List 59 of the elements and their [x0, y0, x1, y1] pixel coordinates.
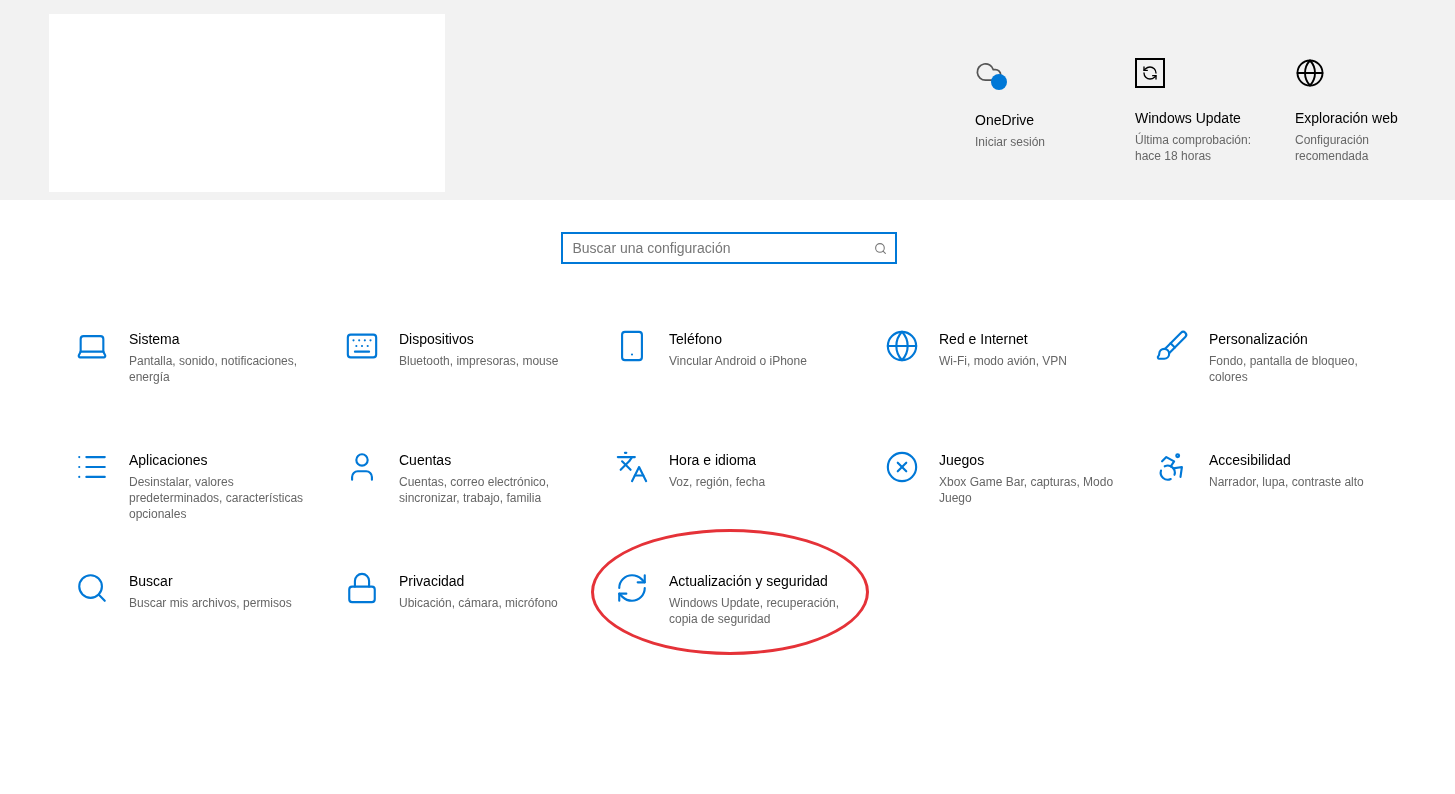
category-title: Juegos — [939, 451, 986, 470]
settings-category[interactable]: Accesibilidad Narrador, lupa, contraste alto — [1155, 450, 1405, 490]
language-icon — [615, 450, 649, 484]
globe-icon — [885, 329, 919, 363]
settings-category[interactable]: Actualización y seguridad Windows Update, recuperación, copia de seguridad — [615, 571, 865, 627]
settings-category[interactable]: Juegos Xbox Game Bar, capturas, Modo Juego — [885, 450, 1135, 506]
category-subtitle: Desinstalar, valores predeterminados, características opcionales — [129, 474, 304, 522]
category-title: Sistema — [129, 330, 181, 349]
quick-link-subtitle: Configuración recomendada — [1295, 132, 1371, 164]
search-field[interactable]: Buscar una configuración — [560, 232, 897, 264]
settings-category[interactable]: Cuentas Cuentas, correo electrónico, sincronizar, trabajo, familia — [345, 450, 595, 506]
category-subtitle: Xbox Game Bar, capturas, Modo Juego — [939, 474, 1114, 506]
settings-category[interactable]: Teléfono Vincular Android o iPhone — [615, 329, 865, 369]
quick-link-subtitle: Iniciar sesión — [975, 134, 1047, 150]
quick-link[interactable]: Windows Update Última comprobación: hace 18 horas — [1135, 58, 1295, 200]
category-title: Red e Internet — [939, 330, 1029, 349]
quick-link[interactable]: Exploración web Configuración recomendada — [1295, 58, 1455, 200]
quick-link-title: Exploración web — [1295, 109, 1399, 128]
settings-category[interactable]: Buscar Buscar mis archivos, permisos — [75, 571, 325, 611]
category-subtitle: Pantalla, sonido, notificaciones, energía — [129, 353, 299, 385]
settings-category[interactable]: Hora e idioma Voz, región, fecha — [615, 450, 865, 490]
category-title: Personalización — [1209, 330, 1309, 349]
category-subtitle: Bluetooth, impresoras, mouse — [399, 353, 560, 369]
globe-icon — [1295, 58, 1325, 88]
category-subtitle: Vincular Android o iPhone — [669, 353, 808, 369]
category-title: Teléfono — [669, 330, 723, 349]
brush-icon — [1155, 329, 1189, 363]
sync-window-icon — [1135, 58, 1165, 88]
quick-link-title: OneDrive — [975, 111, 1036, 130]
category-title: Cuentas — [399, 451, 453, 470]
category-title: Hora e idioma — [669, 451, 758, 470]
sync-icon — [615, 571, 649, 605]
category-subtitle: Buscar mis archivos, permisos — [129, 595, 293, 611]
category-subtitle: Cuentas, correo electrónico, sincronizar, trabajo, familia — [399, 474, 551, 506]
category-subtitle: Wi-Fi, modo avión, VPN — [939, 353, 1069, 369]
settings-category[interactable]: Aplicaciones Desinstalar, valores predeterminados, características opcionales — [75, 450, 325, 522]
circle-x-icon — [885, 450, 919, 484]
settings-category[interactable]: Personalización Fondo, pantalla de bloqueo, colores — [1155, 329, 1405, 385]
settings-category[interactable]: Sistema Pantalla, sonido, notificaciones, energía — [75, 329, 325, 385]
category-title: Accesibilidad — [1209, 451, 1292, 470]
settings-category[interactable]: Red e Internet Wi-Fi, modo avión, VPN — [885, 329, 1135, 369]
category-title: Actualización y seguridad — [669, 572, 829, 591]
lock-icon — [345, 571, 379, 605]
search-icon — [75, 571, 109, 605]
settings-category[interactable]: Privacidad Ubicación, cámara, micrófono — [345, 571, 595, 611]
category-subtitle: Ubicación, cámara, micrófono — [399, 595, 559, 611]
settings-category[interactable]: Dispositivos Bluetooth, impresoras, mouse — [345, 329, 595, 369]
category-subtitle: Narrador, lupa, contraste alto — [1209, 474, 1365, 490]
category-subtitle: Windows Update, recuperación, copia de seguridad — [669, 595, 841, 627]
category-subtitle: Voz, región, fecha — [669, 474, 767, 490]
category-title: Dispositivos — [399, 330, 475, 349]
category-title: Privacidad — [399, 572, 466, 591]
quick-link[interactable]: OneDrive Iniciar sesión — [975, 58, 1135, 200]
category-title: Aplicaciones — [129, 451, 209, 470]
quick-link-subtitle: Última comprobación: hace 18 horas — [1135, 132, 1253, 164]
category-title: Buscar — [129, 572, 174, 591]
quick-link-title: Windows Update — [1135, 109, 1242, 128]
category-subtitle: Fondo, pantalla de bloqueo, colores — [1209, 353, 1359, 385]
search-icon — [873, 242, 887, 255]
